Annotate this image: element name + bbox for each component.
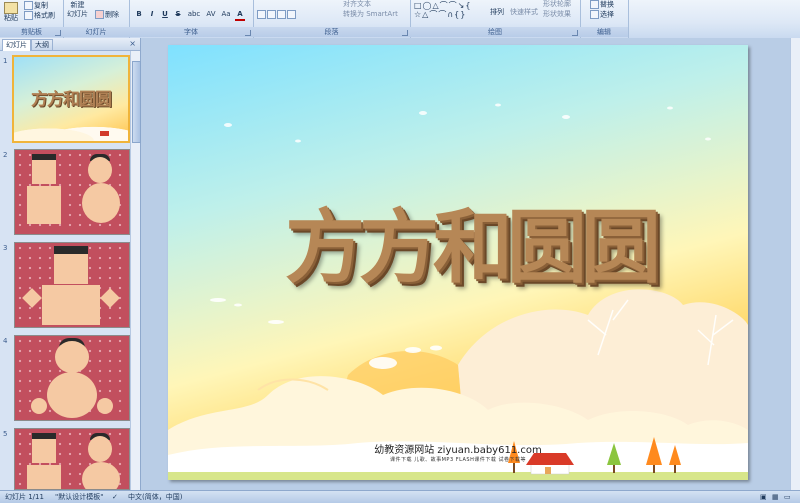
replace-icon (590, 0, 599, 9)
align-left-icon[interactable] (257, 10, 297, 20)
italic-button[interactable]: I (147, 9, 157, 19)
main-slide[interactable]: 方方和圆圆 幼教资源网站 ziyuan.baby611.com 课件下载 儿歌、… (168, 45, 748, 480)
delete-slide-button[interactable]: 删除 (95, 10, 119, 20)
editing-group: 替换 选择 编辑 (580, 0, 629, 38)
clipboard-group: 粘贴 复制 格式刷 剪贴板 (0, 0, 64, 38)
normal-view-icon[interactable]: ▣ (760, 491, 767, 503)
thumb-number: 1 (3, 57, 8, 65)
language-indicator[interactable]: 中文(简体，中国) (128, 491, 182, 503)
dialog-launcher-icon[interactable] (55, 30, 61, 36)
slide-thumbnail-5[interactable] (14, 428, 130, 490)
theme-name: "默认设计模板" (55, 493, 104, 501)
shape-outline-button[interactable]: 形状轮廓 (543, 0, 571, 9)
format-painter-button[interactable]: 格式刷 (24, 11, 55, 21)
group-label-paragraph: 段落 (253, 27, 410, 37)
website-subcredit: 课件下载 儿歌、故事MP3 FLASH课件下载 试卷下载等 (390, 457, 526, 463)
align-text-button[interactable]: 对齐文本 (343, 0, 371, 9)
strikethrough-button[interactable]: S (173, 9, 183, 19)
char-spacing-button[interactable]: AV (205, 9, 217, 19)
square-body (42, 285, 100, 325)
dialog-launcher-icon[interactable] (402, 30, 408, 36)
thumb-number: 4 (3, 337, 8, 345)
group-label-drawing: 绘图 (410, 27, 580, 37)
convert-smartart-button[interactable]: 转换为 SmartArt (343, 10, 398, 19)
brush-icon (24, 11, 33, 20)
new-slide-button[interactable]: 新建 幻灯片 (67, 1, 88, 19)
paste-icon (4, 2, 18, 14)
thumb-number: 5 (3, 430, 8, 438)
pane-scrollbar[interactable] (130, 51, 141, 490)
dialog-launcher-icon[interactable] (572, 30, 578, 36)
spellcheck-icon[interactable]: ✓ (112, 491, 118, 503)
group-label-clipboard: 剪贴板 (0, 27, 63, 37)
group-label-slides: 幻灯片 (63, 27, 129, 37)
arrange-button[interactable]: 排列 (490, 8, 504, 17)
shape-effects-button[interactable]: 形状效果 (543, 10, 571, 19)
select-icon (590, 10, 599, 19)
slide-thumbnail-1[interactable]: 方方和圆圆 (12, 55, 130, 143)
group-label-editing: 编辑 (580, 27, 628, 37)
slides-pane: 幻灯片 大纲 × 1 方方和圆圆 2 3 4 5 (0, 38, 141, 490)
close-icon[interactable]: × (129, 39, 136, 48)
round-body (82, 183, 120, 223)
pane-tabs: 幻灯片 大纲 × (0, 38, 140, 51)
slide-thumbnail-3[interactable] (14, 242, 130, 328)
replace-button[interactable]: 替换 (590, 0, 614, 10)
slide-title[interactable]: 方方和圆圆 (260, 183, 680, 299)
status-bar: 幻灯片 1/11 "默认设计模板" ✓ 中文(简体，中国) ▣ ▦ ▭ (0, 490, 800, 503)
slide-editor: 方方和圆圆 幼教资源网站 ziyuan.baby611.com 课件下载 儿歌、… (141, 38, 800, 490)
tab-outline[interactable]: 大纲 (31, 39, 53, 51)
round-face (88, 157, 112, 183)
slides-group: 新建 幻灯片 删除 幻灯片 (63, 0, 130, 38)
slideshow-view-icon[interactable]: ▭ (784, 491, 791, 503)
delete-icon (95, 10, 104, 19)
house-icon (100, 131, 109, 136)
copy-icon (24, 1, 33, 10)
paste-button[interactable]: 粘贴 (4, 2, 18, 23)
font-color-button[interactable]: A (235, 9, 245, 21)
paragraph-group: 对齐文本 转换为 SmartArt 段落 (253, 0, 411, 38)
cloud-decoration (14, 119, 128, 141)
shapes-gallery-icon[interactable]: □◯△⌒⌒↘{ (414, 1, 471, 10)
dialog-launcher-icon[interactable] (245, 30, 251, 36)
slide-thumbnail-2[interactable] (14, 149, 130, 235)
round-face (55, 341, 89, 373)
thumb-number: 3 (3, 244, 8, 252)
slide-thumbnail-4[interactable] (14, 335, 130, 421)
square-face (32, 160, 56, 184)
slide-counter: 幻灯片 1/11 (5, 493, 44, 501)
slide-scrollbar[interactable] (790, 38, 800, 490)
square-face (54, 254, 88, 284)
select-button[interactable]: 选择 (590, 10, 614, 20)
quick-styles-button[interactable]: 快速样式 (510, 8, 538, 17)
drawing-group: □◯△⌒⌒↘{ ☆△⌒⌒∩{} 排列 快速样式 形状轮廓 形状效果 绘图 (410, 0, 581, 38)
website-credit: 幼教资源网站 ziyuan.baby611.com (374, 445, 542, 456)
font-group: B I U S abc AV Aa A 字体 (129, 0, 254, 38)
square-body (27, 186, 61, 224)
bold-button[interactable]: B (134, 9, 144, 19)
group-label-font: 字体 (129, 27, 253, 37)
tab-slides[interactable]: 幻灯片 (2, 39, 31, 51)
round-body (47, 372, 97, 418)
shapes-gallery-row2-icon[interactable]: ☆△⌒⌒∩{} (414, 10, 466, 19)
ribbon: 粘贴 复制 格式刷 剪贴板 新建 幻灯片 删除 幻灯片 B I U S abc … (0, 0, 800, 39)
sorter-view-icon[interactable]: ▦ (772, 491, 779, 503)
thumb-number: 2 (3, 151, 8, 159)
underline-button[interactable]: U (160, 9, 170, 19)
copy-button[interactable]: 复制 (24, 1, 48, 11)
change-case-button[interactable]: Aa (220, 9, 232, 19)
thumb-title: 方方和圆圆 (31, 90, 112, 110)
shadow-button[interactable]: abc (187, 9, 201, 19)
